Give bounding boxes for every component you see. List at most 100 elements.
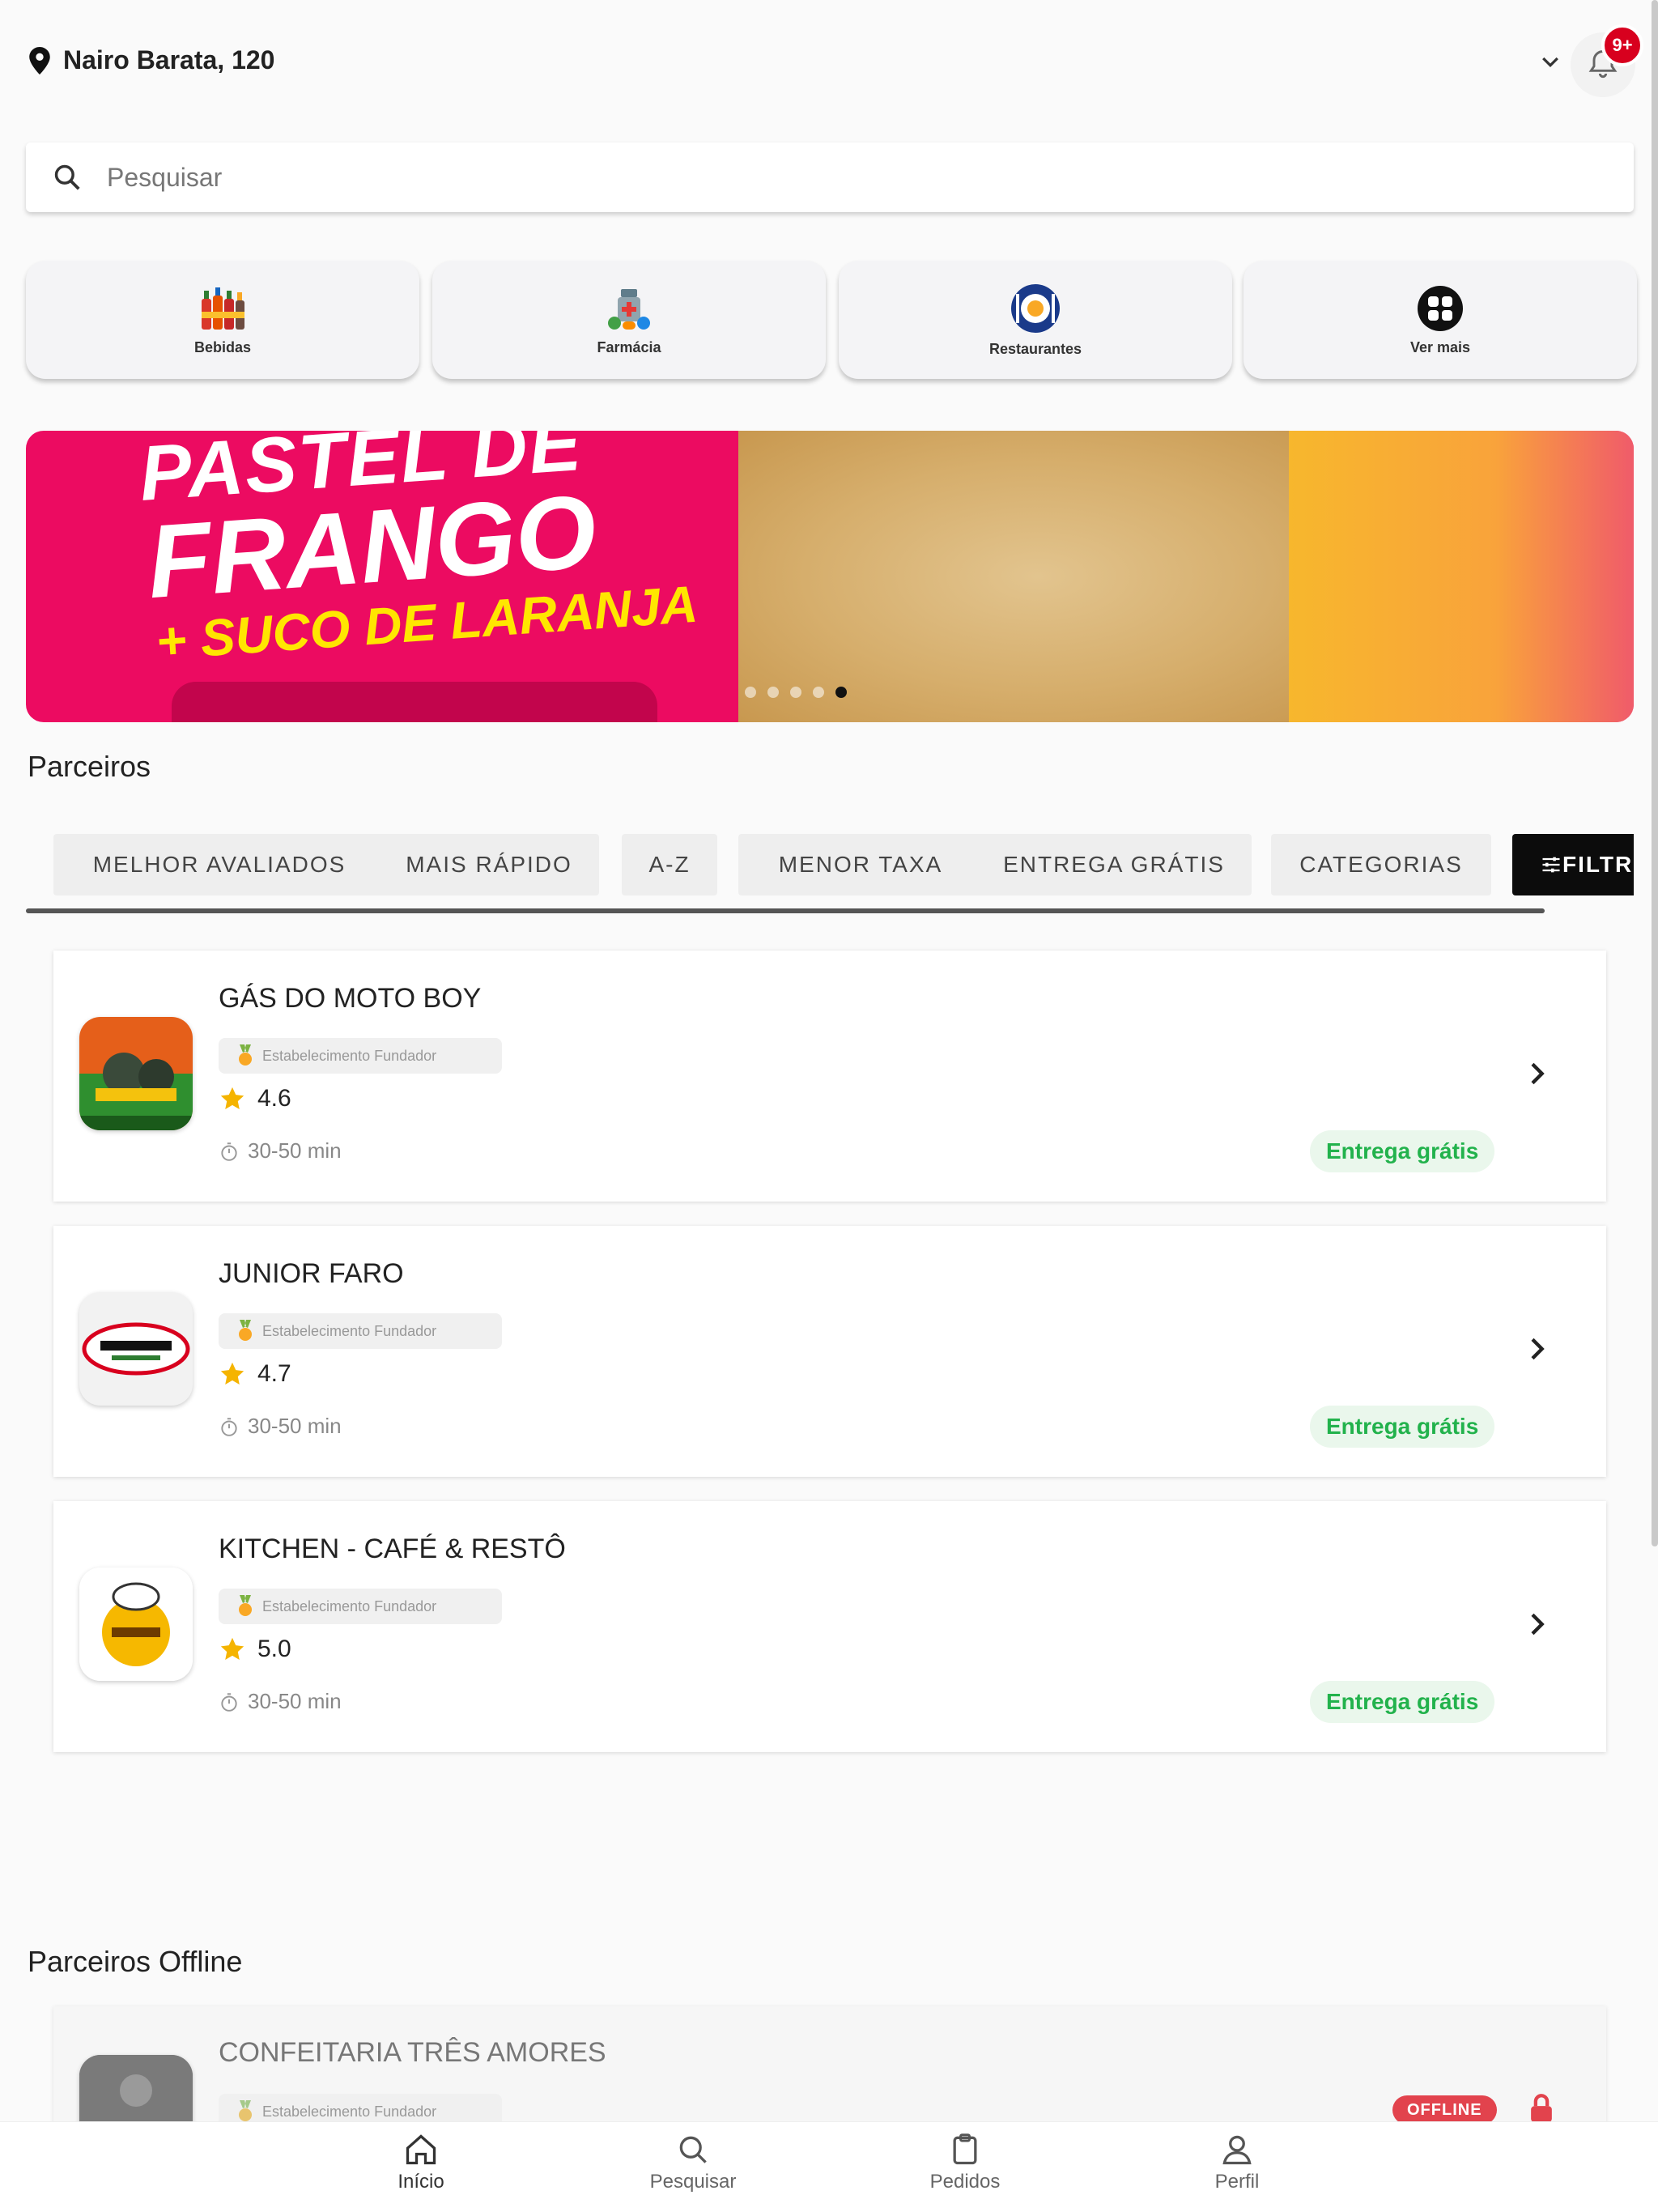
partner-rating: 5.0 [219, 1636, 291, 1663]
offline-partners-title: Parceiros Offline [28, 1945, 243, 1978]
partner-logo [79, 1017, 193, 1130]
star-icon [220, 1362, 244, 1385]
category-restaurantes[interactable]: Restaurantes [839, 261, 1232, 379]
address-text: Nairo Barata, 120 [63, 45, 275, 74]
partner-card-kitchen[interactable]: KITCHEN - CAFÉ & RESTÔ Estabelecimento F… [53, 1501, 1606, 1752]
carousel-dot[interactable] [767, 687, 779, 698]
clipboard-icon [953, 2133, 977, 2165]
medal-icon [239, 2100, 252, 2121]
founder-badge-label: Estabelecimento Fundador [262, 1597, 437, 1614]
delivery-time-value: 30-50 min [248, 1138, 342, 1163]
chevron-right-icon[interactable] [1520, 1608, 1553, 1640]
notification-count-badge: 9+ [1601, 24, 1643, 66]
sliders-icon [1542, 857, 1560, 873]
medal-icon [239, 1320, 252, 1341]
category-label: Restaurantes [988, 340, 1082, 357]
free-delivery-badge: Entrega grátis [1310, 1681, 1495, 1723]
bottom-navigation: Início Pesquisar Pedidos Perfil [0, 2121, 1658, 2212]
filter-mais-rapido[interactable]: MAIS RÁPIDO [379, 834, 599, 895]
page-scrollbar[interactable] [1652, 0, 1658, 1546]
grid-icon [1418, 285, 1463, 331]
category-label: Bebidas [193, 338, 252, 355]
stopwatch-icon [221, 1692, 237, 1712]
nav-pedidos[interactable]: Pedidos [884, 2132, 1046, 2193]
founder-badge-label: Estabelecimento Fundador [262, 1047, 437, 1064]
founder-badge: Estabelecimento Fundador [219, 1589, 502, 1624]
category-farmacia[interactable]: Farmácia [432, 261, 826, 379]
pharmacy-icon [608, 288, 650, 330]
promo-banner[interactable]: PASTEL DE FRANGO + SUCO DE LARANJA [26, 431, 1634, 722]
chevron-right-icon[interactable] [1520, 1333, 1553, 1365]
rating-value: 4.6 [257, 1085, 291, 1112]
nav-inicio[interactable]: Início [340, 2132, 502, 2193]
partner-logo [79, 1568, 193, 1681]
plate-icon [1011, 283, 1060, 333]
partner-name: GÁS DO MOTO BOY [219, 983, 482, 1014]
category-label: Ver mais [1409, 338, 1471, 355]
partner-card-junior-faro[interactable]: JUNIOR FARO Estabelecimento Fundador 4.7… [53, 1226, 1606, 1477]
nav-label: Pedidos [929, 2171, 1001, 2193]
top-bar: Nairo Barata, 120 9+ [0, 0, 1658, 130]
category-ver-mais[interactable]: Ver mais [1244, 261, 1637, 379]
location-pin-icon [29, 46, 50, 74]
nav-pesquisar[interactable]: Pesquisar [612, 2132, 774, 2193]
stopwatch-icon [221, 1417, 237, 1436]
category-bebidas[interactable]: Bebidas [26, 261, 419, 379]
rating-value: 5.0 [257, 1636, 291, 1662]
kitchen-logo-image [79, 1568, 193, 1681]
medal-icon [239, 1044, 252, 1066]
partner-card-gas-do-moto-boy[interactable]: GÁS DO MOTO BOY Estabelecimento Fundador… [53, 951, 1606, 1202]
search-icon [54, 164, 80, 190]
carousel-dot-active[interactable] [835, 687, 847, 698]
founder-badge: Estabelecimento Fundador [219, 1313, 502, 1349]
delivery-time-value: 30-50 min [248, 1414, 342, 1438]
filter-melhor-avaliados[interactable]: MELHOR AVALIADOS [53, 834, 385, 895]
pastel-image [738, 431, 1337, 722]
filter-scroll-indicator[interactable] [26, 908, 1545, 913]
delivery-time: 30-50 min [219, 1689, 342, 1714]
address-selector[interactable]: Nairo Barata, 120 [29, 45, 274, 75]
search-placeholder: Pesquisar [107, 162, 223, 192]
filter-entrega-gratis[interactable]: ENTREGA GRÁTIS [976, 834, 1252, 895]
partner-logo [79, 1292, 193, 1406]
chevron-down-icon[interactable] [1538, 50, 1562, 74]
partner-name: JUNIOR FARO [219, 1258, 404, 1289]
nav-label: Início [397, 2171, 444, 2193]
delivery-time: 30-50 min [219, 1138, 342, 1163]
founder-badge-label: Estabelecimento Fundador [262, 1322, 437, 1339]
chevron-right-icon[interactable] [1520, 1057, 1553, 1090]
partner-name: KITCHEN - CAFÉ & RESTÔ [219, 1534, 566, 1564]
bottles-icon [202, 287, 244, 330]
delivery-time-value: 30-50 min [248, 1689, 342, 1713]
free-delivery-badge: Entrega grátis [1310, 1406, 1495, 1448]
user-icon [1222, 2135, 1252, 2165]
filter-categorias[interactable]: CATEGORIAS [1271, 834, 1491, 895]
medal-icon [239, 1595, 252, 1616]
search-bar[interactable]: Pesquisar [26, 143, 1634, 212]
filter-menor-taxa[interactable]: MENOR TAXA [738, 834, 983, 895]
stopwatch-icon [221, 1142, 237, 1161]
filter-a-z[interactable]: A-Z [622, 834, 717, 895]
carousel-dot[interactable] [790, 687, 801, 698]
carousel-dot[interactable] [813, 687, 824, 698]
nav-label: Perfil [1214, 2171, 1260, 2193]
free-delivery-badge: Entrega grátis [1310, 1130, 1495, 1172]
filter-advanced-label: FILTR [1562, 852, 1634, 877]
home-icon [406, 2134, 436, 2165]
partner-name: CONFEITARIA TRÊS AMORES [219, 2037, 606, 2068]
rating-value: 4.7 [257, 1360, 291, 1387]
nav-perfil[interactable]: Perfil [1156, 2132, 1318, 2193]
delivery-time: 30-50 min [219, 1414, 342, 1439]
banner-strip [172, 682, 657, 722]
carousel-dot[interactable] [745, 687, 756, 698]
founder-badge: Estabelecimento Fundador [219, 1038, 502, 1074]
juice-image [1289, 431, 1634, 722]
category-shortcuts: Bebidas Farmácia Restaurantes Ver mais [26, 261, 1637, 381]
star-icon [220, 1637, 244, 1661]
filter-advanced-button[interactable]: FILTR [1512, 834, 1634, 895]
partner-rating: 4.7 [219, 1360, 291, 1388]
star-icon [220, 1087, 244, 1110]
founder-badge-label: Estabelecimento Fundador [262, 2103, 437, 2120]
filter-chips: MELHOR AVALIADOS MAIS RÁPIDO A-Z MENOR T… [26, 834, 1634, 918]
carousel-indicator [745, 687, 847, 698]
